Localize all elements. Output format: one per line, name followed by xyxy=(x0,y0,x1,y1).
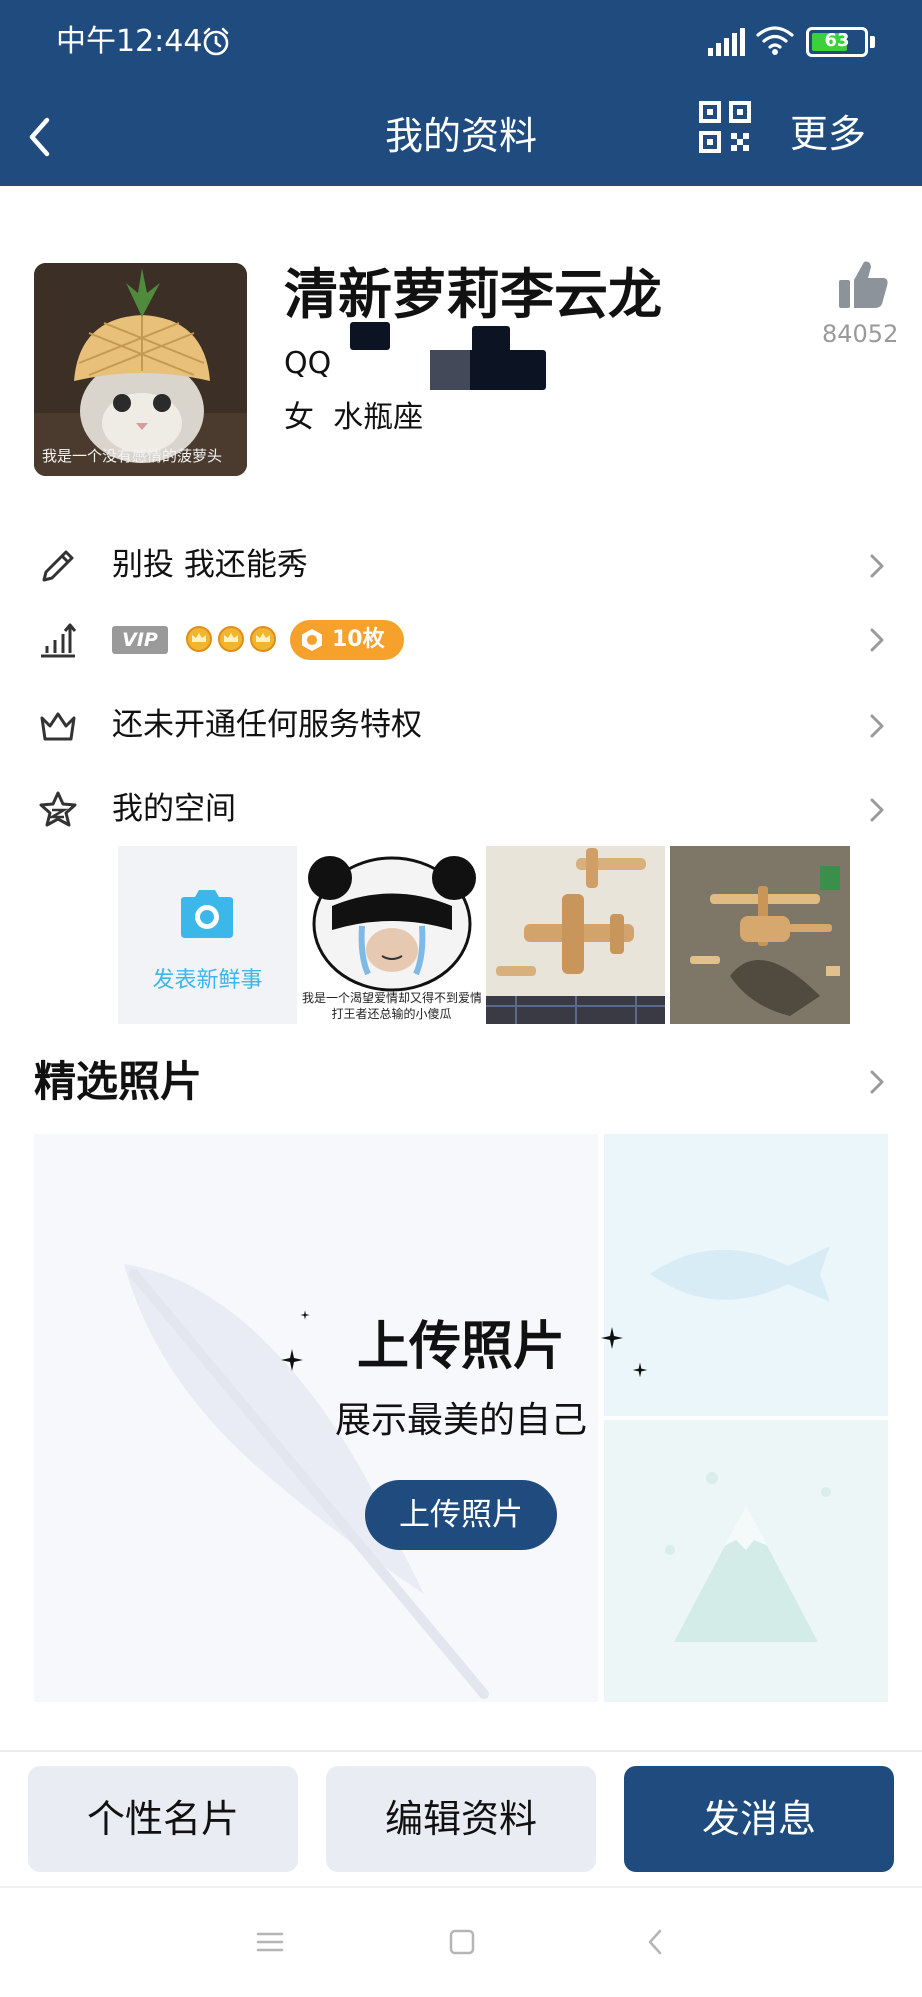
post-new-tile[interactable]: 发表新鲜事 xyxy=(118,846,297,1024)
upload-photo-button[interactable]: 上传照片 xyxy=(365,1480,557,1550)
space-row[interactable]: 我的空间 xyxy=(0,774,922,844)
navbar: 我的资料 更多 xyxy=(0,88,922,186)
meme-caption-line: 打王者还总输的小傻瓜 xyxy=(331,1007,452,1021)
menu-icon[interactable] xyxy=(250,1922,290,1962)
alarm-icon xyxy=(203,27,229,56)
privilege-row[interactable]: 还未开通任何服务特权 xyxy=(0,690,922,760)
vip-tag: VIP xyxy=(112,626,168,654)
badge-count: 10枚 xyxy=(332,627,385,652)
gender-zodiac: 女 水瓶座 xyxy=(284,398,423,438)
photo-placeholder-side[interactable] xyxy=(604,1420,888,1702)
edit-profile-button[interactable]: 编辑资料 xyxy=(326,1766,596,1872)
badge-count-pill[interactable]: 10枚 xyxy=(290,620,404,660)
signature-row[interactable]: 别投 我还能秀 xyxy=(0,530,922,600)
more-button[interactable]: 更多 xyxy=(790,106,866,162)
wooden-helicopter-image xyxy=(670,846,850,1024)
signature-text: 别投 我还能秀 xyxy=(112,547,308,583)
battery-tip xyxy=(870,36,875,48)
space-text: 我的空间 xyxy=(112,791,236,827)
wooden-plane-image xyxy=(486,846,665,1024)
post-new-label: 发表新鲜事 xyxy=(152,968,263,993)
camera-icon xyxy=(181,890,233,938)
like-count: 84052 xyxy=(822,320,899,348)
gender: 女 xyxy=(284,400,314,435)
zodiac: 水瓶座 xyxy=(333,400,424,435)
redaction-mark xyxy=(430,350,470,390)
redaction-mark xyxy=(350,322,390,350)
level-row[interactable]: VIP 10枚 xyxy=(0,604,922,674)
star-outline-icon xyxy=(39,791,77,827)
upload-title: 上传照片 xyxy=(356,1317,565,1377)
medal-icon xyxy=(302,629,322,651)
battery-indicator: 63 xyxy=(806,27,868,57)
home-icon[interactable] xyxy=(442,1922,482,1962)
crown-icon xyxy=(186,626,212,652)
crown-icon xyxy=(250,626,276,652)
crown-icon xyxy=(218,626,244,652)
profile-card-button[interactable]: 个性名片 xyxy=(28,1766,298,1872)
status-bar: 中午12:44 63 xyxy=(0,0,922,88)
space-photo-helicopter[interactable] xyxy=(670,846,850,1024)
chevron-right-icon xyxy=(870,714,884,738)
qr-code-button[interactable] xyxy=(698,100,752,154)
mountain-icon xyxy=(665,1472,831,1642)
page-title: 我的资料 xyxy=(384,114,537,158)
meme-caption-line: 我是一个渴望爱情却又得不到爱情 xyxy=(302,991,481,1005)
nickname: 清新萝莉李云龙 xyxy=(284,263,662,326)
crown-outline-icon xyxy=(40,712,76,741)
avatar[interactable]: 我是一个没有感情的菠萝头 xyxy=(34,263,247,476)
level-chart-icon xyxy=(41,623,77,658)
signal-icon xyxy=(708,28,745,56)
thumbs-up-icon[interactable] xyxy=(836,258,890,312)
chevron-right-icon xyxy=(870,554,884,578)
qq-label: QQ xyxy=(284,346,332,381)
divider xyxy=(0,1750,922,1752)
divider xyxy=(0,1886,922,1888)
chevron-right-icon[interactable] xyxy=(862,1066,892,1098)
status-time: 中午12:44 xyxy=(56,24,203,59)
featured-photos-title: 精选照片 xyxy=(34,1057,203,1106)
chevron-right-icon xyxy=(870,628,884,652)
pencil-icon xyxy=(42,550,74,582)
space-photo-meme[interactable]: 我是一个渴望爱情却又得不到爱情 打王者还总输的小傻瓜 xyxy=(302,846,481,1024)
upload-subtitle: 展示最美的自己 xyxy=(334,1400,587,1441)
space-photo-plane[interactable] xyxy=(486,846,665,1024)
chevron-right-icon xyxy=(870,798,884,822)
meme-caption: 我是一个渴望爱情却又得不到爱情 打王者还总输的小傻瓜 xyxy=(302,990,481,1022)
wifi-icon xyxy=(756,26,794,55)
send-message-button[interactable]: 发消息 xyxy=(624,1766,894,1872)
battery-level: 63 xyxy=(824,30,850,51)
top-bar: 中午12:44 63 我的资料 更多 xyxy=(0,0,922,186)
system-back-icon[interactable] xyxy=(636,1922,676,1962)
privilege-text: 还未开通任何服务特权 xyxy=(112,707,422,743)
avatar-caption: 我是一个没有感情的菠萝头 xyxy=(42,447,223,465)
